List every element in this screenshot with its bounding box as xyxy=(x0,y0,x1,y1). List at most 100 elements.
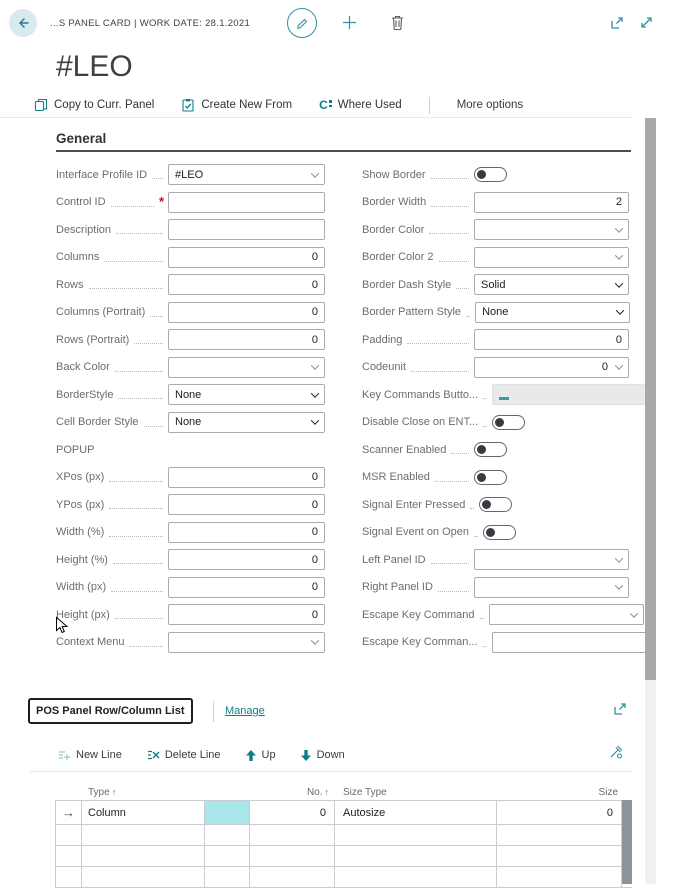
field-width-pct: Width (%) 0 xyxy=(56,522,325,543)
chevron-down-icon[interactable] xyxy=(311,361,319,369)
field-label: Disable Close on ENT... xyxy=(362,416,478,428)
part-open-in-new-window-button[interactable] xyxy=(613,702,627,716)
description-input[interactable] xyxy=(168,219,325,240)
dotted-leader xyxy=(438,591,469,592)
chevron-down-icon xyxy=(311,389,319,397)
field-value: 0 xyxy=(312,279,318,291)
rows-input[interactable]: 0 xyxy=(168,274,325,295)
columns-portrait-input[interactable]: 0 xyxy=(168,302,325,323)
dotted-leader xyxy=(429,233,469,234)
cell-no[interactable]: 0 xyxy=(250,801,335,824)
cell-selected[interactable] xyxy=(205,801,250,824)
part-tab-pos-panel-row-column-list[interactable]: POS Panel Row/Column List xyxy=(28,698,193,724)
chevron-down-icon[interactable] xyxy=(615,224,623,232)
width-px-input[interactable]: 0 xyxy=(168,577,325,598)
height-px-input[interactable]: 0 xyxy=(168,604,325,625)
border-width-input[interactable]: 2 xyxy=(474,192,629,213)
interface-profile-id-combobox[interactable]: #LEO xyxy=(168,164,325,185)
escape-key-command-combobox[interactable] xyxy=(489,604,644,625)
control-id-input[interactable] xyxy=(168,192,325,213)
right-panel-id-combobox[interactable] xyxy=(474,577,629,598)
field-value: 0 xyxy=(602,361,608,373)
action-bar-divider xyxy=(429,97,430,114)
key-commands-field xyxy=(492,384,647,405)
expand-button[interactable] xyxy=(639,15,654,30)
manage-link[interactable]: Manage xyxy=(225,705,265,717)
signal-enter-pressed-toggle[interactable] xyxy=(479,497,512,512)
chevron-down-icon[interactable] xyxy=(615,251,623,259)
codeunit-combobox[interactable]: 0 xyxy=(474,357,629,378)
new-line-icon xyxy=(57,748,71,762)
chevron-down-icon[interactable] xyxy=(615,581,623,589)
toggle-knob xyxy=(477,473,486,482)
ypos-input[interactable]: 0 xyxy=(168,494,325,515)
dotted-leader xyxy=(89,288,163,289)
height-pct-input[interactable]: 0 xyxy=(168,549,325,570)
rows-portrait-input[interactable]: 0 xyxy=(168,329,325,350)
field-value: 0 xyxy=(312,251,318,263)
delete-button[interactable] xyxy=(390,14,405,31)
chevron-down-icon[interactable] xyxy=(615,361,623,369)
field-value: Solid xyxy=(481,279,505,291)
chevron-down-icon[interactable] xyxy=(615,554,623,562)
column-header-size[interactable]: Size xyxy=(497,787,622,798)
field-label: Right Panel ID xyxy=(362,581,433,593)
cell-size[interactable]: 0 xyxy=(497,801,622,824)
table-row-empty[interactable] xyxy=(55,846,632,867)
column-header-size-type[interactable]: Size Type xyxy=(335,787,497,798)
cell-size-type[interactable]: Autosize xyxy=(335,801,497,824)
border-pattern-style-select[interactable]: None xyxy=(475,302,630,323)
scanner-enabled-toggle[interactable] xyxy=(474,442,507,457)
open-in-new-window-button[interactable] xyxy=(610,16,624,30)
move-up-button[interactable]: Up xyxy=(245,749,276,762)
move-up-label: Up xyxy=(262,749,276,761)
back-color-combobox[interactable] xyxy=(168,357,325,378)
field-label: Width (%) xyxy=(56,526,104,538)
width-pct-input[interactable]: 0 xyxy=(168,522,325,543)
disable-close-on-enter-toggle[interactable] xyxy=(492,415,525,430)
more-options-button[interactable]: More options xyxy=(457,99,523,111)
pin-button[interactable] xyxy=(608,745,623,760)
padding-input[interactable]: 0 xyxy=(474,329,629,350)
move-down-button[interactable]: Down xyxy=(300,749,345,762)
page-scrollbar-thumb[interactable] xyxy=(645,118,656,680)
page-scrollbar-track[interactable] xyxy=(645,118,656,884)
column-header-no[interactable]: No.↑ xyxy=(250,787,335,798)
signal-event-on-open-toggle[interactable] xyxy=(483,525,516,540)
field-value: 0 xyxy=(312,554,318,566)
context-menu-combobox[interactable] xyxy=(168,632,325,653)
msr-enabled-toggle[interactable] xyxy=(474,470,507,485)
chevron-down-icon[interactable] xyxy=(311,169,319,177)
dotted-leader xyxy=(150,316,163,317)
xpos-input[interactable]: 0 xyxy=(168,467,325,488)
escape-key-command-name-input[interactable] xyxy=(492,632,647,653)
show-border-toggle[interactable] xyxy=(474,167,507,182)
columns-input[interactable]: 0 xyxy=(168,247,325,268)
field-value: 0 xyxy=(312,609,318,621)
delete-line-button[interactable]: Delete Line xyxy=(146,748,221,762)
chevron-down-icon[interactable] xyxy=(311,636,319,644)
table-scrollbar[interactable] xyxy=(622,800,632,884)
left-panel-id-combobox[interactable] xyxy=(474,549,629,570)
table-row-empty[interactable] xyxy=(55,825,632,846)
back-button[interactable] xyxy=(9,9,37,37)
table-row[interactable]: → Column 0 Autosize 0 xyxy=(55,800,632,825)
where-used-button[interactable]: C Where Used xyxy=(319,98,402,112)
up-arrow-icon xyxy=(245,749,257,762)
border-color-combobox[interactable] xyxy=(474,219,629,240)
add-button[interactable] xyxy=(341,14,358,31)
table-row-empty[interactable] xyxy=(55,867,632,888)
copy-to-curr-panel-button[interactable]: Copy to Curr. Panel xyxy=(34,98,154,112)
edit-button[interactable] xyxy=(287,8,317,38)
border-dash-style-select[interactable]: Solid xyxy=(474,274,629,295)
create-new-from-button[interactable]: Create New From xyxy=(181,98,292,112)
borderstyle-select[interactable]: None xyxy=(168,384,325,405)
cell-type[interactable]: Column xyxy=(82,801,205,824)
column-header-type[interactable]: Type↑ xyxy=(82,787,205,798)
border-color-2-combobox[interactable] xyxy=(474,247,629,268)
section-title-general[interactable]: General xyxy=(56,131,106,146)
row-indicator-cell: → xyxy=(55,801,82,824)
new-line-button[interactable]: New Line xyxy=(57,748,122,762)
cell-border-style-select[interactable]: None xyxy=(168,412,325,433)
chevron-down-icon[interactable] xyxy=(629,609,637,617)
